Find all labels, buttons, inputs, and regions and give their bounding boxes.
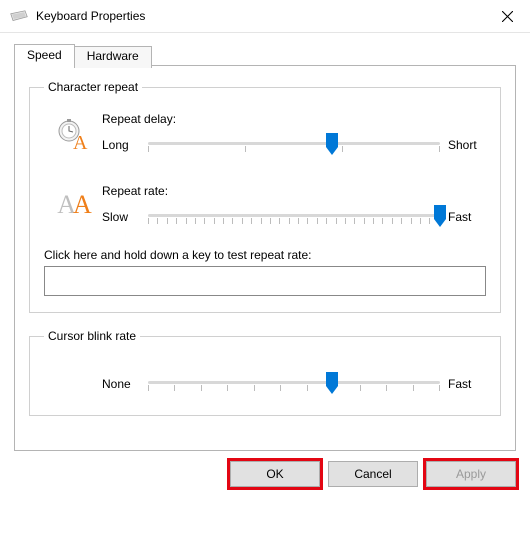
character-repeat-group: Character repeat A Repeat delay: Long [29,80,501,313]
test-field-label: Click here and hold down a key to test r… [44,248,486,262]
keyboard-icon [10,9,28,23]
cursor-blink-max: Fast [440,377,486,391]
cursor-blink-group: Cursor blink rate None Fast [29,329,501,416]
dialog-footer: OK Cancel Apply [0,451,530,487]
repeat-delay-max: Short [440,138,486,152]
window-title: Keyboard Properties [36,9,485,23]
tab-hardware[interactable]: Hardware [74,46,152,68]
cursor-preview [44,361,102,367]
close-icon [502,11,513,22]
cursor-blink-legend: Cursor blink rate [44,329,140,343]
cursor-blink-slider[interactable] [148,369,440,399]
svg-text:A: A [73,132,88,152]
clock-letter-icon: A [56,118,90,152]
repeat-delay-label: Repeat delay: [102,112,486,126]
repeat-delay-min: Long [102,138,148,152]
apply-button[interactable]: Apply [426,461,516,487]
repeat-rate-min: Slow [102,210,148,224]
tab-panel-speed: Character repeat A Repeat delay: Long [14,65,516,451]
repeat-rate-max: Fast [440,210,486,224]
double-a-icon: AA [57,190,89,220]
repeat-delay-row: A Repeat delay: Long Short [44,112,486,160]
cancel-button[interactable]: Cancel [328,461,418,487]
repeat-rate-label: Repeat rate: [102,184,486,198]
repeat-test-input[interactable] [44,266,486,296]
dialog-tabs: Speed Hardware [14,44,516,66]
close-button[interactable] [485,0,530,33]
repeat-rate-slider[interactable] [148,202,440,232]
ok-button[interactable]: OK [230,461,320,487]
titlebar: Keyboard Properties [0,0,530,33]
repeat-delay-slider[interactable] [148,130,440,160]
cursor-blink-min: None [102,377,148,391]
repeat-rate-row: AA Repeat rate: Slow Fast [44,184,486,232]
tab-speed[interactable]: Speed [14,44,75,66]
character-repeat-legend: Character repeat [44,80,142,94]
